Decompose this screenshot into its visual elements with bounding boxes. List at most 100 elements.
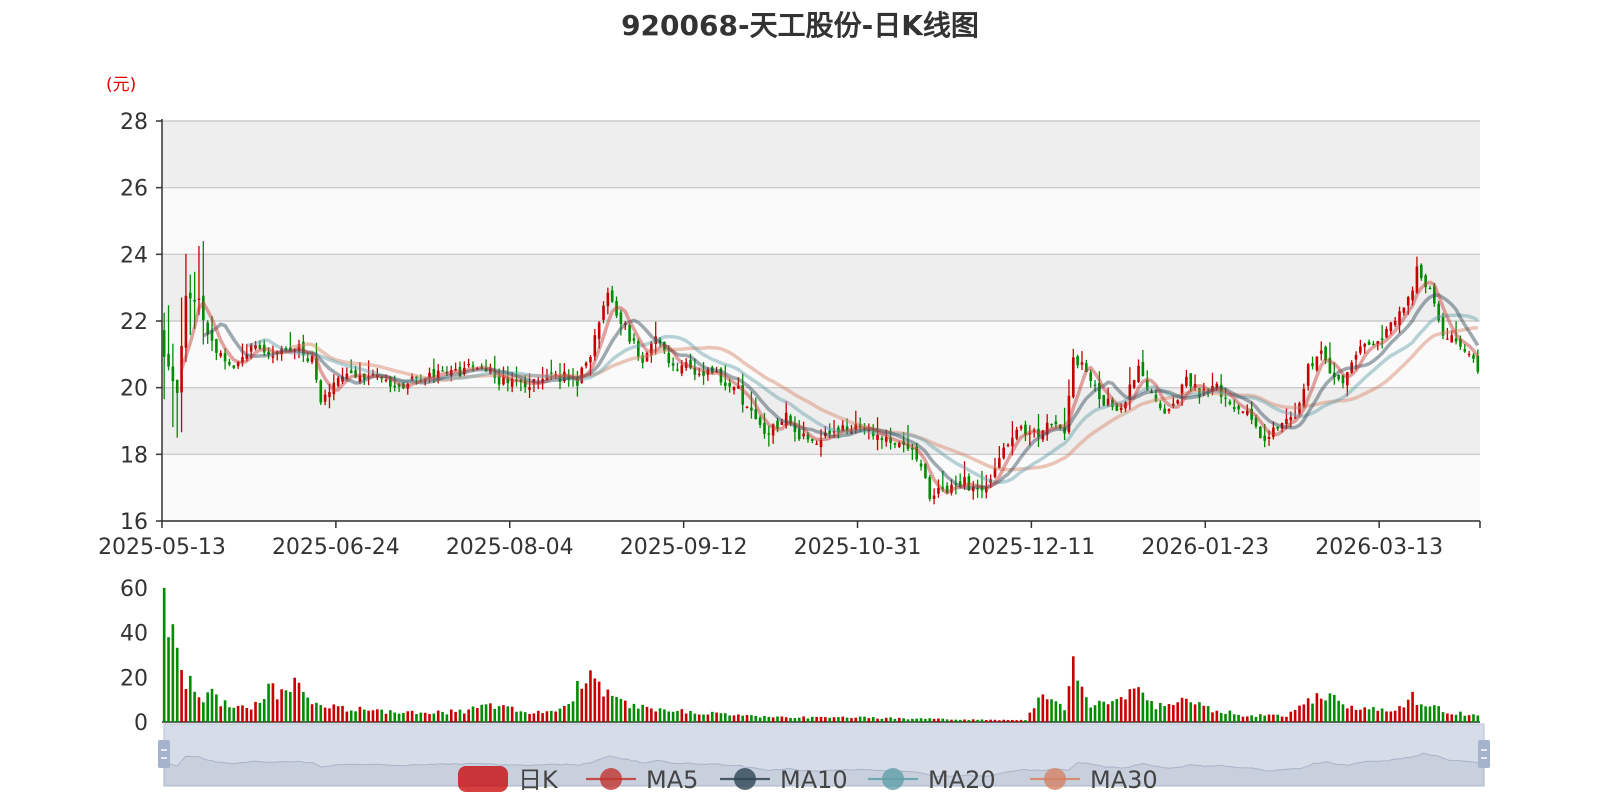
- volume-bar: [328, 708, 331, 722]
- volume-bar: [645, 706, 649, 722]
- candle-body: [628, 325, 631, 342]
- y-tick-label: 28: [120, 110, 148, 135]
- volume-bar: [793, 718, 797, 722]
- grid-band: [162, 121, 1480, 188]
- volume-bar: [1206, 706, 1210, 722]
- volume-bar: [228, 707, 231, 722]
- candle-body: [336, 377, 340, 386]
- volume-bar: [810, 716, 814, 722]
- candle-body: [215, 339, 218, 353]
- volume-bar: [1385, 711, 1388, 722]
- volume-bar: [1185, 698, 1188, 722]
- volume-bar: [884, 717, 888, 722]
- candle-body: [593, 335, 597, 357]
- volume-bar: [1254, 716, 1258, 722]
- volume-bar: [193, 691, 196, 722]
- volume-bar: [1002, 719, 1005, 722]
- volume-bar: [1245, 716, 1249, 722]
- legend-item[interactable]: MA10: [720, 766, 848, 794]
- y-tick-label: 18: [120, 443, 148, 468]
- volume-bar: [815, 716, 818, 722]
- volume-bar: [710, 711, 714, 722]
- volume-bar: [454, 711, 457, 722]
- candle-body: [1002, 447, 1005, 459]
- volume-bar: [1232, 714, 1236, 722]
- x-tick-label: 2025-08-04: [446, 535, 574, 560]
- volume-bar: [545, 711, 549, 722]
- volume-bar: [1137, 687, 1140, 722]
- volume-bar: [1132, 688, 1136, 722]
- volume-bar: [1028, 712, 1032, 722]
- legend-item[interactable]: MA20: [868, 766, 996, 794]
- volume-bar: [1293, 709, 1297, 722]
- volume-bar: [1089, 707, 1092, 722]
- volume-tick-label: 20: [120, 666, 148, 691]
- volume-bar: [954, 719, 958, 722]
- candle-body: [998, 458, 1001, 469]
- volume-bar: [188, 675, 192, 722]
- candle-body: [1093, 384, 1097, 386]
- candle-body: [1337, 374, 1340, 380]
- volume-bar: [998, 720, 1001, 722]
- candle-body: [1354, 354, 1358, 360]
- volume-bar: [210, 688, 214, 722]
- candle-body: [1428, 287, 1432, 290]
- volume-bar: [554, 711, 557, 722]
- volume-bar: [1076, 680, 1079, 722]
- volume-bar: [576, 681, 579, 722]
- volume-bar: [167, 637, 170, 722]
- volume-bar: [184, 689, 188, 722]
- legend-label: 日K: [518, 766, 559, 794]
- volume-bar: [397, 713, 401, 722]
- zoom-handle[interactable]: [158, 740, 170, 768]
- volume-bar: [924, 718, 927, 722]
- volume-bar: [284, 690, 288, 722]
- volume-bar: [267, 683, 270, 722]
- volume-bar: [528, 714, 531, 722]
- candle-body: [1119, 407, 1123, 411]
- volume-bar: [258, 702, 262, 722]
- volume-bar: [1119, 697, 1123, 722]
- volume-bar: [1437, 706, 1440, 722]
- candle-body: [1071, 357, 1075, 397]
- volume-bar: [723, 713, 727, 722]
- volume-bar: [393, 712, 397, 722]
- volume-bar: [1224, 713, 1227, 722]
- volume-bar: [1071, 656, 1075, 722]
- candle-body: [632, 338, 636, 341]
- x-tick-label: 2025-06-24: [272, 535, 400, 560]
- volume-bar: [689, 710, 692, 722]
- volume-bar: [580, 688, 584, 722]
- volume-bar: [1241, 716, 1245, 722]
- volume-bar: [493, 708, 497, 722]
- volume-bar: [1085, 697, 1088, 722]
- volume-bar: [380, 709, 383, 722]
- volume-bar: [223, 700, 227, 722]
- volume-bar: [945, 719, 949, 722]
- candle-body: [1389, 322, 1393, 332]
- candle-body: [1311, 363, 1314, 367]
- volume-bar: [697, 714, 701, 722]
- grid-bands: [162, 120, 1480, 522]
- candle-body: [1263, 435, 1266, 441]
- volume-bar: [667, 711, 671, 722]
- volume-bar: [1289, 711, 1293, 722]
- candle-body: [828, 430, 832, 434]
- volume-bar: [1041, 694, 1045, 722]
- volume-bar: [593, 678, 597, 722]
- volume-bar: [1202, 705, 1206, 722]
- x-tick-label: 2026-01-23: [1141, 535, 1269, 560]
- legend-item[interactable]: MA30: [1030, 766, 1158, 794]
- volume-bar: [1324, 700, 1327, 722]
- volume-bar: [1354, 709, 1358, 722]
- volume-bar: [306, 697, 310, 722]
- candle-body: [219, 352, 223, 357]
- volume-bar: [845, 717, 849, 722]
- candle-body: [1454, 338, 1458, 342]
- zoom-handle[interactable]: [1478, 740, 1490, 768]
- volume-bar: [249, 709, 253, 722]
- volume-bar: [1237, 714, 1240, 722]
- volume-bar: [641, 704, 644, 722]
- candle-body: [1228, 401, 1232, 405]
- candle-body: [606, 292, 610, 307]
